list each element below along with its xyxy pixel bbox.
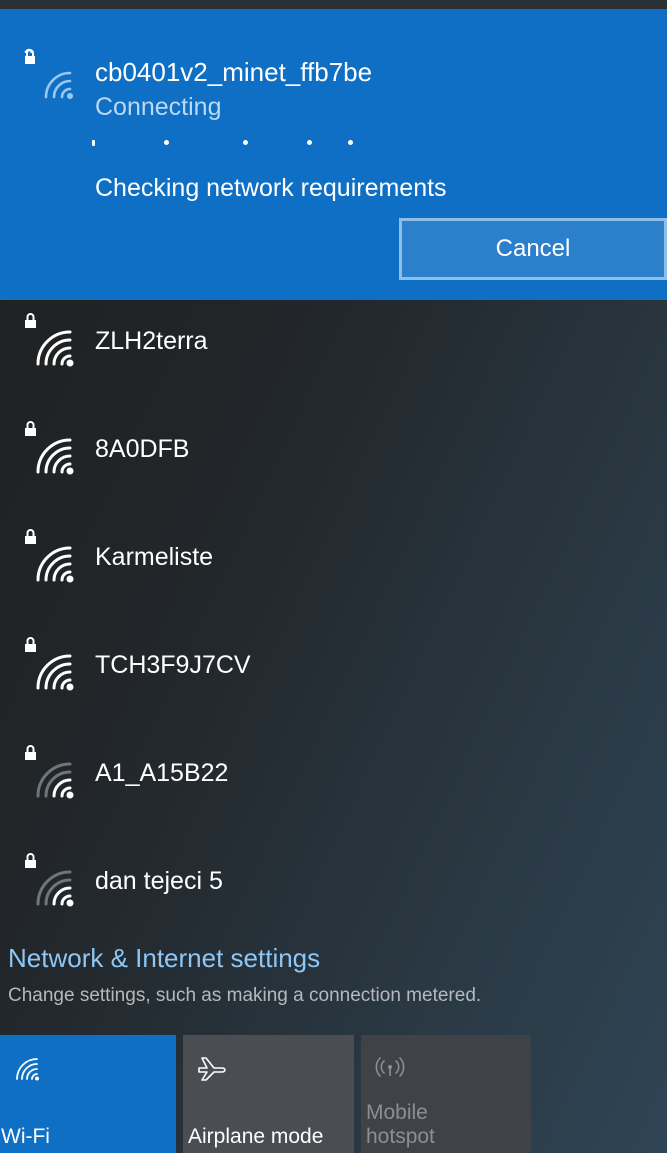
progress-dots — [92, 140, 372, 160]
network-settings-description: Change settings, such as making a connec… — [8, 985, 482, 1006]
network-ssid: A1_A15B22 — [95, 759, 229, 787]
network-ssid: 8A0DFB — [95, 435, 190, 463]
mobile-hotspot-tile[interactable]: Mobile hotspot — [361, 1035, 531, 1153]
wifi-tile-label: Wi-Fi — [1, 1125, 50, 1148]
wifi-secured-icon — [22, 310, 78, 368]
wifi-secured-icon — [22, 526, 78, 584]
network-ssid: ZLH2terra — [95, 327, 208, 355]
top-strip — [0, 0, 667, 9]
hotspot-label-line1: Mobile — [366, 1101, 428, 1124]
network-ssid: Karmeliste — [95, 543, 214, 571]
network-item-8a0dfb[interactable]: 8A0DFB — [0, 408, 667, 508]
active-network-ssid: cb0401v2_minet_ffb7be — [95, 57, 373, 87]
network-item-karmeliste[interactable]: Karmeliste — [0, 516, 667, 616]
wifi-toggle-tile[interactable]: Wi-Fi — [0, 1035, 176, 1153]
airplane-icon — [197, 1057, 227, 1088]
wifi-secured-icon — [22, 742, 78, 800]
network-item-a1-a15b22[interactable]: A1_A15B22 — [0, 732, 667, 832]
wifi-icon — [14, 1057, 42, 1086]
airplane-mode-tile[interactable]: Airplane mode — [183, 1035, 354, 1153]
connection-status: Connecting — [95, 93, 222, 121]
hotspot-tile-label: Mobile hotspot — [366, 1101, 435, 1149]
connection-detail: Checking network requirements — [95, 174, 447, 202]
active-network-panel[interactable]: cb0401v2_minet_ffb7be Connecting Checkin… — [0, 9, 667, 300]
wifi-secured-icon — [22, 45, 78, 101]
network-ssid: TCH3F9J7CV — [95, 651, 251, 679]
network-ssid: dan tejeci 5 — [95, 867, 223, 895]
network-settings-link[interactable]: Network & Internet settings — [8, 943, 320, 974]
network-item-dan-tejeci-5[interactable]: dan tejeci 5 — [0, 840, 667, 940]
wifi-secured-icon — [22, 418, 78, 476]
wifi-secured-icon — [22, 850, 78, 908]
hotspot-label-line2: hotspot — [366, 1125, 435, 1148]
network-item-tch3f9j7cv[interactable]: TCH3F9J7CV — [0, 624, 667, 724]
wifi-secured-icon — [22, 634, 78, 692]
hotspot-icon — [375, 1057, 405, 1082]
airplane-tile-label: Airplane mode — [188, 1125, 324, 1148]
cancel-button[interactable]: Cancel — [399, 218, 667, 280]
network-item-zlh2terra[interactable]: ZLH2terra — [0, 300, 667, 400]
